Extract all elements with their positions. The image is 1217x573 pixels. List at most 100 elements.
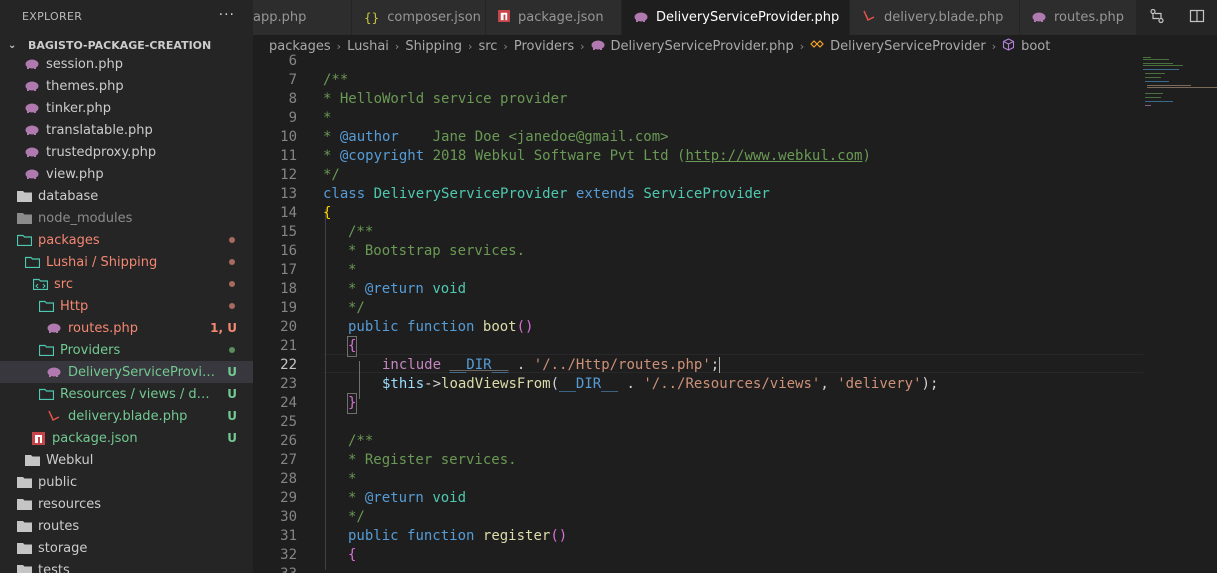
line-number: 19	[280, 300, 297, 316]
line-number: 26	[280, 433, 297, 449]
minimap-line	[1145, 101, 1173, 102]
tree-item-label: Providers	[60, 342, 121, 358]
tree-item-label: delivery.blade.php	[68, 408, 188, 424]
tree-folder-storage[interactable]: storage	[16, 537, 253, 559]
folder-icon	[16, 474, 32, 490]
tree-folder-tests[interactable]: tests	[16, 559, 253, 573]
line-number: 29	[280, 490, 297, 506]
code-line: * @copyright 2018 Webkul Software Pvt Lt…	[323, 147, 871, 166]
tree-item-trustedproxy-php[interactable]: trustedproxy.php	[24, 141, 253, 163]
breadcrumb-item[interactable]: boot	[1021, 39, 1050, 54]
breadcrumb-item[interactable]: Providers	[514, 39, 574, 54]
tab-deliveryserviceprovider-php[interactable]: DeliveryServiceProvider.php ×	[622, 0, 860, 35]
split-editor-icon[interactable]	[1189, 8, 1205, 28]
code-token: extends	[575, 186, 635, 202]
breadcrumb-item[interactable]: src	[478, 39, 497, 54]
folder-icon	[16, 210, 32, 226]
tab-composer-json[interactable]: {} composer.json	[352, 0, 486, 35]
tree-folder-providers[interactable]: Providers	[38, 339, 253, 361]
minimap-line	[1147, 85, 1191, 86]
tree-item-delivery-blade-php[interactable]: delivery.blade.php U	[46, 405, 253, 427]
chevron-right-icon: ›	[503, 39, 508, 53]
tree-item-label: node_modules	[38, 210, 133, 226]
tree-item-package-json[interactable]: package.json U	[30, 427, 253, 449]
tree-item-tinker-php[interactable]: tinker.php	[24, 97, 253, 119]
tree-folder-resources[interactable]: resources	[16, 493, 253, 515]
breadcrumb-item[interactable]: DeliveryServiceProvider.php	[611, 39, 794, 54]
php-elephant-icon	[1032, 11, 1046, 25]
code-editor[interactable]: 6 7 8 9 10 11 12 13 14 15 16 17 18 19 20…	[253, 53, 1143, 573]
git-status-badge: U	[227, 387, 237, 401]
minimap[interactable]	[1143, 57, 1217, 573]
breadcrumb-item[interactable]: DeliveryServiceProvider	[830, 39, 986, 54]
code-token: @return	[364, 281, 424, 297]
tree-item-translatable-php[interactable]: translatable.php	[24, 119, 253, 141]
tree-item-label: themes.php	[46, 78, 124, 94]
untracked-dot-icon	[229, 347, 235, 353]
tree-folder-node-modules[interactable]: node_modules	[16, 207, 253, 229]
code-link[interactable]: http://www.webkul.com	[685, 148, 862, 164]
tree-item-deliveryserviceprovider-php[interactable]: DeliveryServiceProvider... U	[0, 361, 253, 383]
minimap-line	[1143, 57, 1151, 58]
code-token: *	[348, 281, 365, 297]
breadcrumb-item[interactable]: Shipping	[405, 39, 462, 54]
php-elephant-icon	[24, 100, 40, 116]
project-name: BAGISTO-PACKAGE-CREATION	[28, 38, 212, 52]
tree-folder-database[interactable]: database	[16, 185, 253, 207]
minimap-line	[1145, 73, 1165, 74]
code-token: @return	[364, 490, 424, 506]
tree-folder-webkul[interactable]: Webkul	[24, 449, 253, 471]
code-token: function	[407, 319, 475, 335]
tab-label: package.json	[518, 10, 604, 25]
tree-folder-lushai-shipping[interactable]: Lushai / Shipping	[24, 251, 253, 273]
tree-folder-packages[interactable]: packages	[16, 229, 253, 251]
line-number: 20	[280, 319, 297, 335]
breadcrumb-item[interactable]: Lushai	[347, 39, 389, 54]
folder-open-icon	[24, 254, 40, 270]
code-line: * @return void	[348, 489, 466, 508]
open-changes-icon[interactable]	[1149, 8, 1165, 28]
laravel-icon	[862, 9, 876, 26]
tree-folder-http[interactable]: Http	[38, 295, 253, 317]
tab-package-json[interactable]: package.json	[486, 0, 622, 35]
chevron-right-icon: ›	[799, 39, 805, 53]
tree-item-session-php[interactable]: session.php	[24, 53, 253, 75]
minimap-line	[1143, 69, 1179, 70]
code-token: include	[382, 357, 442, 373]
tree-item-label: package.json	[52, 430, 138, 446]
tree-item-view-php[interactable]: view.php	[24, 163, 253, 185]
code-token: .	[618, 376, 644, 392]
line-number: 10	[280, 129, 297, 145]
code-line: * HelloWorld service provider	[323, 91, 568, 107]
tree-item-routes-php[interactable]: routes.php 1, U	[46, 317, 253, 339]
line-number: 22	[280, 357, 297, 373]
text-cursor	[719, 357, 721, 373]
tree-folder-routes[interactable]: routes	[16, 515, 253, 537]
code-line: include __DIR__ . '/../Http/routes.php';	[382, 356, 721, 375]
tree-folder-resources-views[interactable]: Resources / views / deliv... U	[38, 383, 253, 405]
tab-routes-php[interactable]: routes.php	[1020, 0, 1137, 35]
tree-item-themes-php[interactable]: themes.php	[24, 75, 253, 97]
line-number: 9	[288, 110, 297, 126]
code-token: *	[323, 129, 340, 145]
tab-app-php[interactable]: app.php	[253, 0, 352, 35]
tree-folder-src[interactable]: src	[32, 273, 253, 295]
code-token: class	[323, 186, 366, 202]
npm-icon	[498, 10, 510, 25]
line-number: 28	[280, 471, 297, 487]
folder-icon	[24, 452, 40, 468]
folder-open-icon	[38, 342, 54, 358]
json-braces-icon: {}	[364, 10, 380, 25]
git-status-badge: U	[227, 365, 237, 379]
code-line: */	[323, 167, 340, 183]
tree-item-label: translatable.php	[46, 122, 153, 138]
more-actions-icon[interactable]: ···	[219, 7, 235, 23]
code-line: public function register()	[348, 527, 567, 546]
line-number: 23	[280, 376, 297, 392]
folder-icon	[16, 562, 32, 573]
tab-delivery-blade-php[interactable]: delivery.blade.php	[850, 0, 1020, 35]
php-elephant-icon	[24, 78, 40, 94]
code-token: ->	[424, 376, 442, 392]
tree-folder-public[interactable]: public	[16, 471, 253, 493]
git-status-badge: U	[227, 431, 237, 445]
